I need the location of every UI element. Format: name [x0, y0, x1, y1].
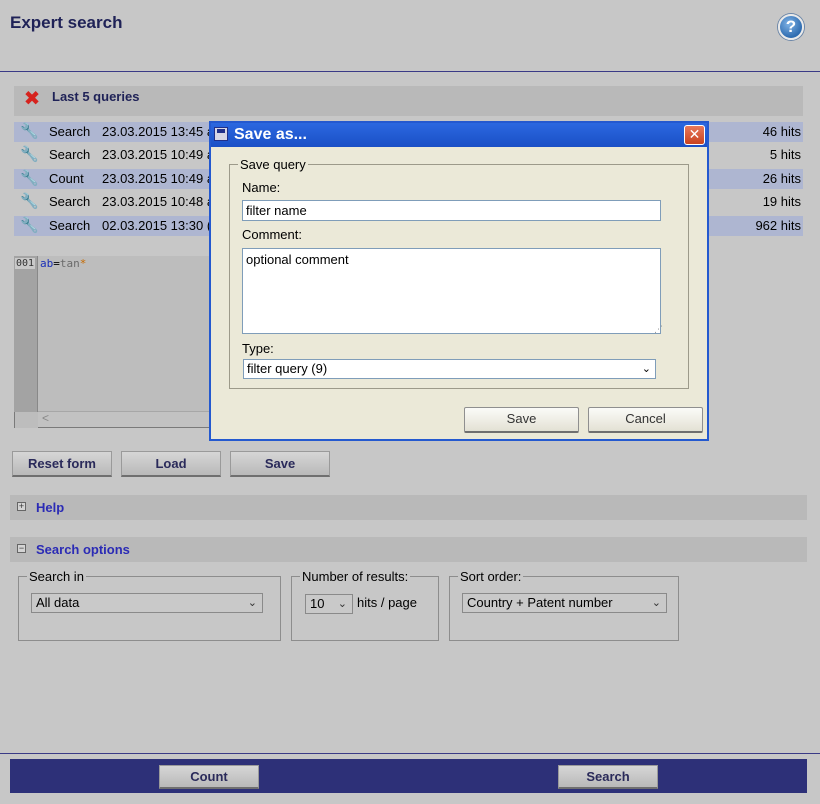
query-date: 23.03.2015 10:49 a: [102, 171, 212, 186]
line-number: 001: [15, 258, 36, 269]
chevron-down-icon: ⌄: [651, 597, 661, 609]
query-hits: 5 hits: [769, 147, 801, 162]
help-section-title[interactable]: Help: [36, 500, 64, 515]
query-date: 23.03.2015 13:45 a: [102, 124, 212, 139]
name-label: Name:: [242, 180, 281, 195]
comment-field[interactable]: optional comment: [242, 248, 661, 334]
comment-label: Comment:: [242, 227, 302, 242]
wrench-icon[interactable]: 🔧: [20, 217, 39, 235]
queries-title: Last 5 queries: [52, 89, 140, 104]
query-type: Search: [49, 218, 91, 233]
name-field[interactable]: filter name: [242, 200, 661, 221]
scroll-left-icon[interactable]: <: [42, 411, 49, 425]
results-count-value: 10: [310, 596, 325, 611]
search-in-select[interactable]: All data ⌄: [31, 593, 263, 613]
search-options-section[interactable]: − Search options: [10, 537, 807, 562]
sort-order-legend: Sort order:: [460, 569, 522, 584]
header-divider: [0, 71, 820, 72]
resize-grip-icon[interactable]: ⋰: [654, 324, 663, 335]
help-section[interactable]: + Help: [10, 495, 807, 520]
save-as-dialog: Save as... ✕ Save query Name: filter nam…: [209, 121, 709, 441]
results-count-legend: Number of results:: [302, 569, 409, 584]
chevron-down-icon: ⌄: [247, 597, 257, 609]
code-wildcard: *: [79, 257, 87, 270]
collapse-icon[interactable]: −: [17, 544, 26, 553]
code-key: ab: [40, 257, 54, 270]
editor-gutter: [14, 256, 38, 412]
type-select[interactable]: filter query (9) ⌄: [243, 359, 656, 379]
wrench-icon[interactable]: 🔧: [20, 193, 39, 211]
footer-divider: [0, 753, 820, 754]
dialog-cancel-button[interactable]: Cancel: [588, 407, 703, 433]
search-in-value: All data: [36, 595, 80, 610]
query-type: Search: [49, 194, 91, 209]
help-icon[interactable]: ?: [778, 14, 804, 40]
chevron-down-icon: ⌄: [641, 363, 651, 375]
search-button[interactable]: Search: [558, 765, 658, 789]
count-button[interactable]: Count: [159, 765, 259, 789]
dialog-save-button[interactable]: Save: [464, 407, 579, 433]
code-operator: =: [53, 257, 60, 270]
dialog-title: Save as...: [234, 126, 307, 143]
chevron-down-icon: ⌄: [337, 598, 347, 610]
floppy-disk-icon: [214, 127, 228, 141]
query-hits: 46 hits: [762, 124, 801, 139]
sort-order-select[interactable]: Country + Patent number ⌄: [462, 593, 667, 613]
query-type: Count: [49, 171, 84, 186]
load-button[interactable]: Load: [121, 451, 221, 477]
results-count-suffix: hits / page: [357, 595, 417, 610]
query-hits: 26 hits: [762, 171, 801, 186]
dialog-titlebar[interactable]: Save as... ✕: [211, 123, 707, 147]
sort-order-value: Country + Patent number: [467, 595, 613, 610]
clear-queries-icon[interactable]: ✖: [22, 88, 42, 110]
expand-icon[interactable]: +: [17, 502, 26, 511]
save-query-legend: Save query: [240, 157, 306, 172]
wrench-icon[interactable]: 🔧: [20, 146, 39, 164]
query-type: Search: [49, 124, 91, 139]
wrench-icon[interactable]: 🔧: [20, 123, 39, 141]
query-hits: 19 hits: [762, 194, 801, 209]
code-value: tan: [59, 257, 80, 270]
search-in-legend: Search in: [29, 569, 84, 584]
footer-bar: [10, 759, 807, 793]
query-type: Search: [49, 147, 91, 162]
query-date: 02.03.2015 13:30 (: [102, 218, 212, 233]
query-hits: 962 hits: [755, 218, 801, 233]
close-icon[interactable]: ✕: [684, 125, 705, 145]
type-value: filter query (9): [247, 361, 328, 376]
wrench-icon[interactable]: 🔧: [20, 170, 39, 188]
query-date: 23.03.2015 10:48 a: [102, 194, 212, 209]
reset-form-button[interactable]: Reset form: [12, 451, 112, 477]
results-count-select[interactable]: 10 ⌄: [305, 594, 353, 614]
search-options-title[interactable]: Search options: [36, 542, 130, 557]
save-button[interactable]: Save: [230, 451, 330, 477]
editor-code[interactable]: ab=tan*: [40, 257, 86, 270]
type-label: Type:: [242, 341, 274, 356]
query-date: 23.03.2015 10:49 a: [102, 147, 212, 162]
page-title: Expert search: [10, 13, 123, 32]
